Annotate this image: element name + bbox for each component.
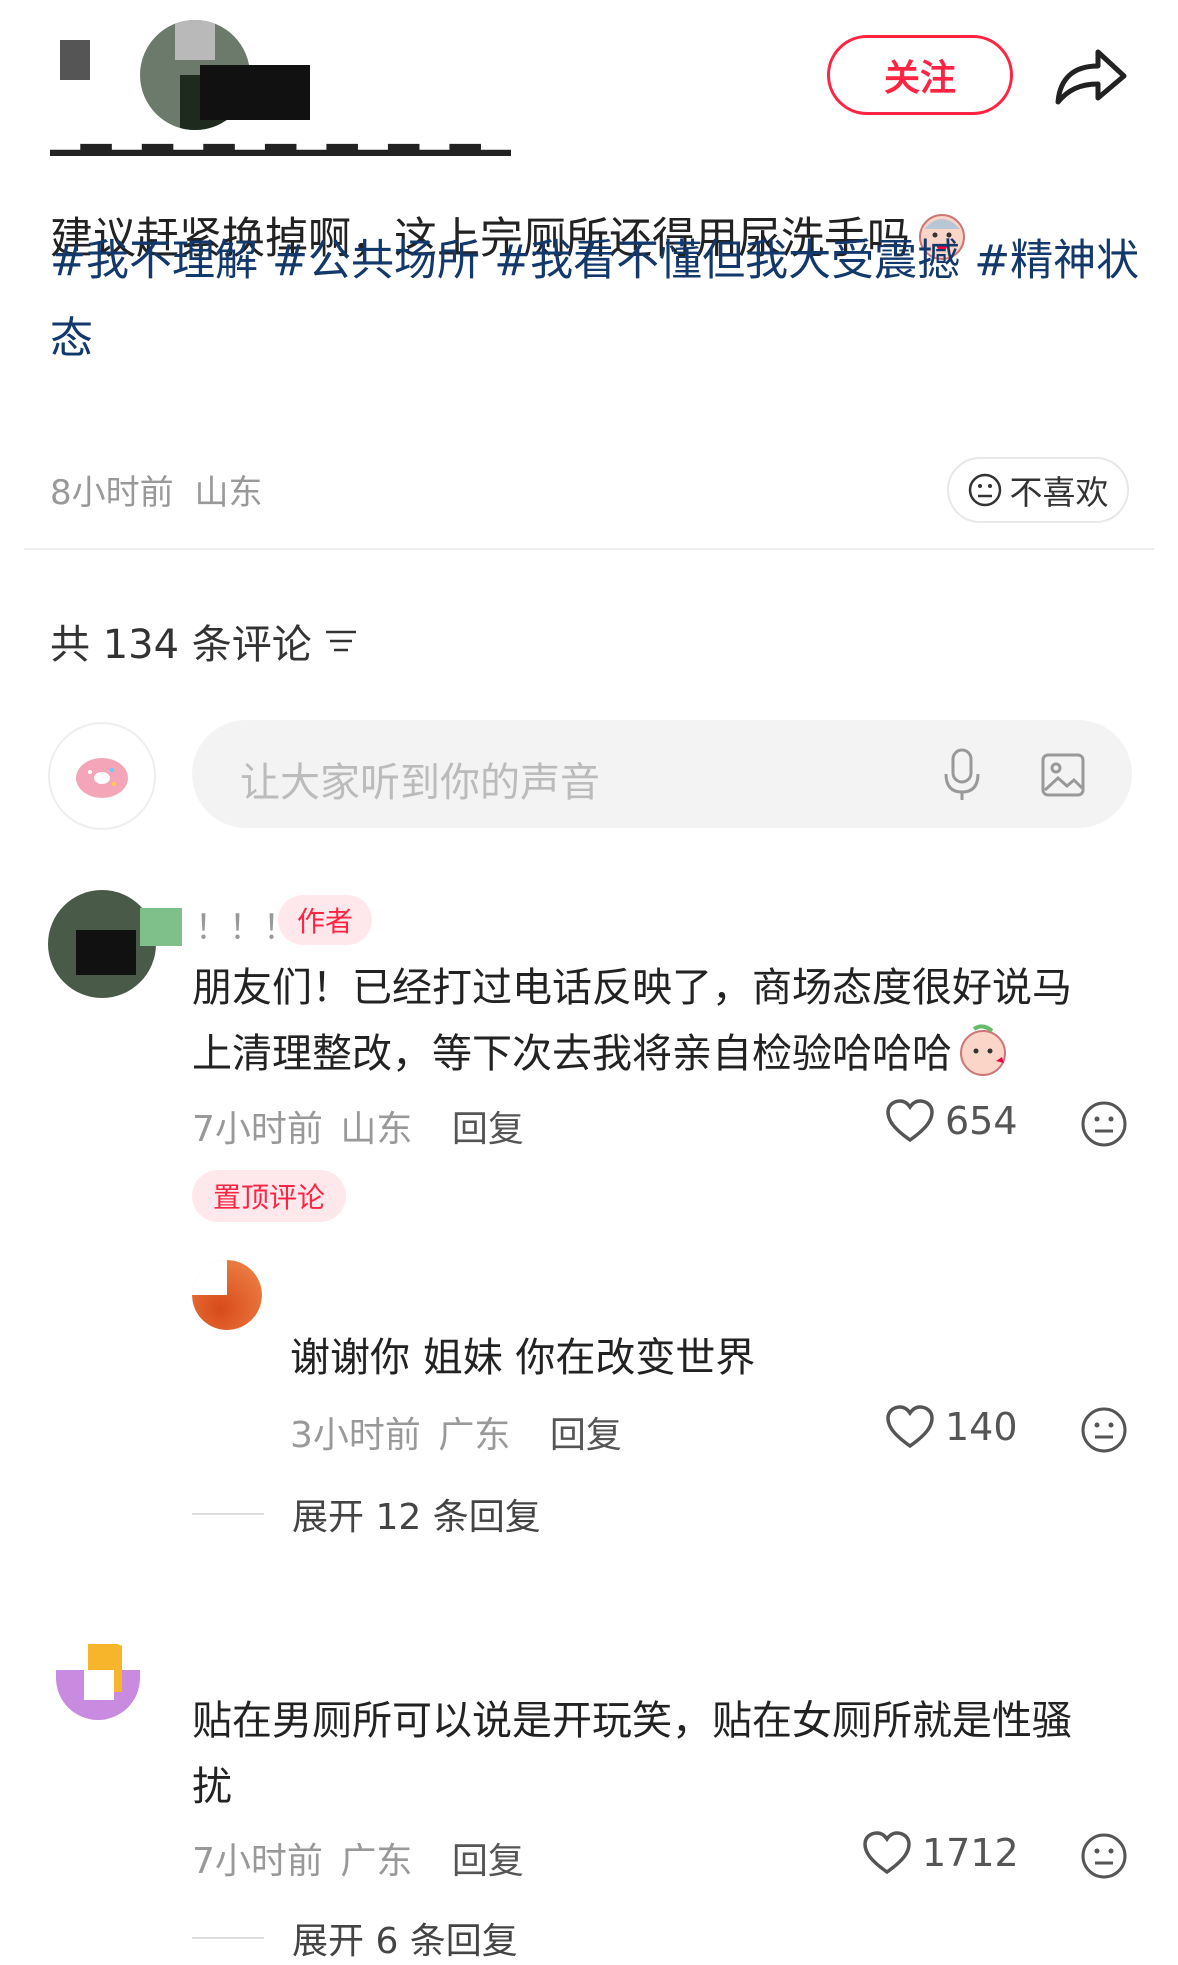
- avatar-mosaic: [76, 930, 136, 975]
- post-meta: 8小时前 山东: [50, 465, 262, 514]
- comment-text-part: 上清理整改，等下次去我将亲自检验哈哈哈: [192, 1031, 952, 1077]
- reply-button[interactable]: 回复: [550, 1415, 622, 1456]
- tag-link[interactable]: #我看不懂但我大受震撼: [494, 236, 960, 286]
- reply-location: 广东: [438, 1415, 511, 1456]
- author-badge: 作者: [278, 895, 372, 945]
- expand-replies-label: 展开 12 条回复: [292, 1497, 541, 1538]
- comments-count-label: 共 134 条评论: [50, 622, 312, 668]
- comment-placeholder: 让大家听到你的声音: [240, 760, 600, 806]
- share-icon[interactable]: [1050, 40, 1130, 110]
- expand-dash: [192, 1513, 264, 1515]
- tag-link[interactable]: #公共场所: [272, 236, 480, 286]
- comment-location: 广东: [340, 1841, 413, 1882]
- cut-off-title: ▁▂▁▂▁▂▁▂▁▂▁▂▁▂▁: [50, 140, 511, 160]
- heart-icon: [863, 1831, 911, 1875]
- comment-time: 7小时前: [192, 1841, 323, 1882]
- avatar-mosaic-green: [140, 908, 182, 946]
- reply-avatar[interactable]: [192, 1260, 262, 1330]
- comment-text: 朋友们！已经打过电话反映了，商场态度很好说马 上清理整改，等下次去我将亲自检验哈…: [192, 955, 1152, 1087]
- post-location: 山东: [194, 473, 263, 513]
- neutral-face-icon: [968, 473, 1001, 507]
- like-count: 140: [945, 1405, 1018, 1449]
- reply-button[interactable]: 回复: [452, 1841, 524, 1882]
- blowing-kiss-emoji-icon: [960, 1024, 1006, 1076]
- reply-meta: 3小时前 广东 回复: [290, 1406, 622, 1458]
- avatar-mosaic-white: [84, 1670, 114, 1700]
- pinned-comment-badge: 置顶评论: [192, 1170, 346, 1222]
- reply-avatar-cut: [192, 1260, 227, 1295]
- comment-text-line: 贴在男厕所可以说是开玩笑，贴在女厕所就是性骚: [192, 1698, 1072, 1744]
- donut-icon: [76, 758, 128, 798]
- expand-replies-button[interactable]: 展开 12 条回复: [192, 1488, 541, 1540]
- expand-replies-button[interactable]: 展开 6 条回复: [192, 1912, 518, 1964]
- like-count: 1712: [922, 1831, 1019, 1875]
- post-header: 关注 ▁▂▁▂▁▂▁▂▁▂▁▂▁▂▁: [0, 0, 1178, 156]
- comment-meta: 7小时前 广东 回复: [192, 1832, 524, 1884]
- comment-time: 7小时前: [192, 1109, 323, 1150]
- dislike-face-icon[interactable]: [1080, 1100, 1128, 1148]
- microphone-icon[interactable]: [942, 746, 982, 802]
- sort-filter-icon[interactable]: [324, 626, 358, 656]
- post-time: 8小时前: [50, 473, 174, 513]
- reply-time: 3小时前: [290, 1415, 421, 1456]
- dislike-face-icon[interactable]: [1080, 1406, 1128, 1454]
- like-button[interactable]: 1712: [862, 1830, 1019, 1876]
- avatar-mosaic-1: [175, 20, 215, 60]
- blurred-back-area: [60, 40, 90, 80]
- reply-button[interactable]: 回复: [452, 1109, 524, 1150]
- comment-location: 山东: [340, 1109, 413, 1150]
- dislike-button[interactable]: 不喜欢: [947, 457, 1129, 523]
- comment-meta: 7小时前 山东 回复: [192, 1100, 524, 1152]
- post-tags: #我不理解 #公共场所 #我看不懂但我大受震撼 #精神状态: [50, 222, 1140, 378]
- my-avatar: [48, 722, 156, 830]
- author-name-mosaic: [200, 65, 310, 120]
- dislike-label: 不喜欢: [1009, 473, 1109, 512]
- like-button[interactable]: 140: [885, 1404, 1018, 1450]
- commenter-avatar[interactable]: [48, 1640, 148, 1740]
- heart-icon: [886, 1099, 934, 1143]
- tag-link[interactable]: #我不理解: [50, 236, 258, 286]
- comment-text-line: 扰: [192, 1764, 232, 1810]
- follow-button[interactable]: 关注: [827, 35, 1013, 115]
- comments-count: 共 134 条评论: [50, 612, 358, 670]
- expand-dash: [192, 1937, 264, 1939]
- comment-input[interactable]: 让大家听到你的声音: [192, 720, 1132, 828]
- divider: [24, 548, 1154, 550]
- image-icon[interactable]: [1040, 752, 1086, 798]
- like-button[interactable]: 654: [885, 1098, 1018, 1144]
- like-count: 654: [945, 1099, 1018, 1143]
- reply-text: 谢谢你 姐妹 你在改变世界: [290, 1335, 756, 1381]
- heart-icon: [886, 1405, 934, 1449]
- comment-text: 贴在男厕所可以说是开玩笑，贴在女厕所就是性骚 扰: [192, 1688, 1152, 1820]
- comment-text-line: 上清理整改，等下次去我将亲自检验哈哈哈: [192, 1021, 1152, 1087]
- expand-replies-label: 展开 6 条回复: [292, 1921, 518, 1962]
- dislike-face-icon[interactable]: [1080, 1832, 1128, 1880]
- comment-text-line: 朋友们！已经打过电话反映了，商场态度很好说马: [192, 965, 1072, 1011]
